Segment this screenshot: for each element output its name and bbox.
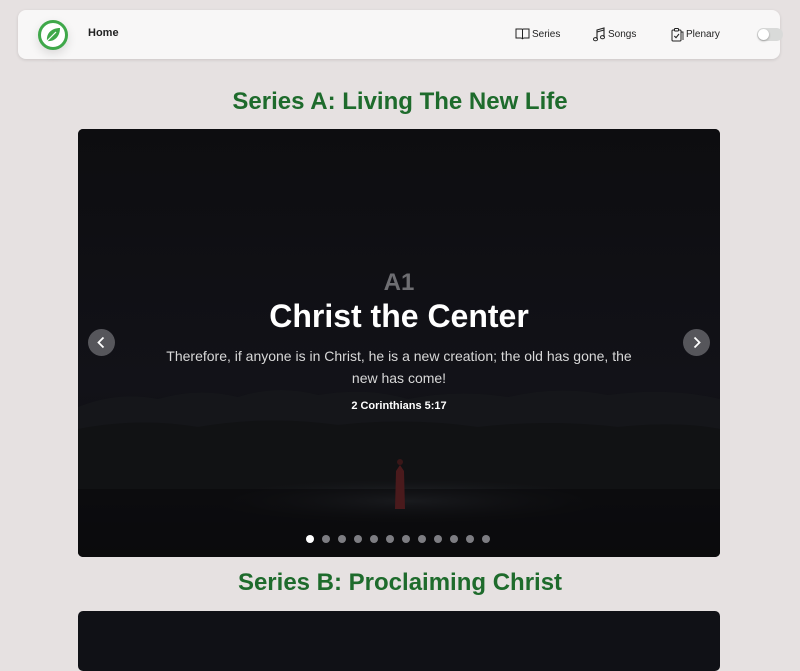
slide-code: A1 <box>383 269 415 296</box>
slide-indicator-dot[interactable] <box>402 535 410 543</box>
slide-verse-reference: 2 Corinthians 5:17 <box>351 400 447 412</box>
slide-indicators <box>306 535 496 545</box>
next-slide-button[interactable] <box>683 329 710 356</box>
slide-indicator-dot[interactable] <box>306 535 314 543</box>
nav-item-series[interactable]: Series <box>515 27 560 41</box>
slide-indicator-dot[interactable] <box>466 535 474 543</box>
slide-indicator-dot[interactable] <box>386 535 394 543</box>
series-b-title: Series B: Proclaiming Christ <box>237 569 563 596</box>
nav-item-series-label: Series <box>532 28 561 40</box>
nav-item-songs[interactable]: Songs <box>592 27 636 42</box>
series-b-carousel <box>78 611 720 671</box>
theme-toggle-knob <box>758 29 769 40</box>
nav-item-songs-label: Songs <box>608 29 637 40</box>
slide-indicator-dot[interactable] <box>418 535 426 543</box>
clipboard-check-icon <box>670 27 684 42</box>
series-a-carousel: A1 Christ the Center Therefore, if anyon… <box>78 129 720 557</box>
nav-item-plenary[interactable]: Plenary <box>670 27 720 42</box>
chevron-right-icon <box>693 336 701 349</box>
series-a-title: Series A: Living The New Life <box>232 88 568 115</box>
previous-slide-button[interactable] <box>88 329 115 356</box>
theme-toggle[interactable] <box>757 28 783 41</box>
home-link[interactable]: Home <box>88 27 119 39</box>
slide-indicator-dot[interactable] <box>370 535 378 543</box>
chevron-left-icon <box>97 336 105 349</box>
nav-item-plenary-label: Plenary <box>686 29 720 40</box>
slide-title: Christ the Center <box>269 298 529 334</box>
logo-leaf-icon[interactable] <box>38 20 68 50</box>
music-note-icon <box>592 27 606 42</box>
slide: A1 Christ the Center Therefore, if anyon… <box>78 129 720 557</box>
slide-indicator-dot[interactable] <box>434 535 442 543</box>
slide-verse-text: Therefore, if anyone is in Christ, he is… <box>166 348 632 386</box>
slide-indicator-dot[interactable] <box>482 535 490 543</box>
book-icon <box>515 27 530 41</box>
navbar: Home Series Songs Plenary <box>18 10 783 59</box>
slide-indicator-dot[interactable] <box>322 535 330 543</box>
slide-indicator-dot[interactable] <box>354 535 362 543</box>
slide-indicator-dot[interactable] <box>450 535 458 543</box>
slide-indicator-dot[interactable] <box>338 535 346 543</box>
